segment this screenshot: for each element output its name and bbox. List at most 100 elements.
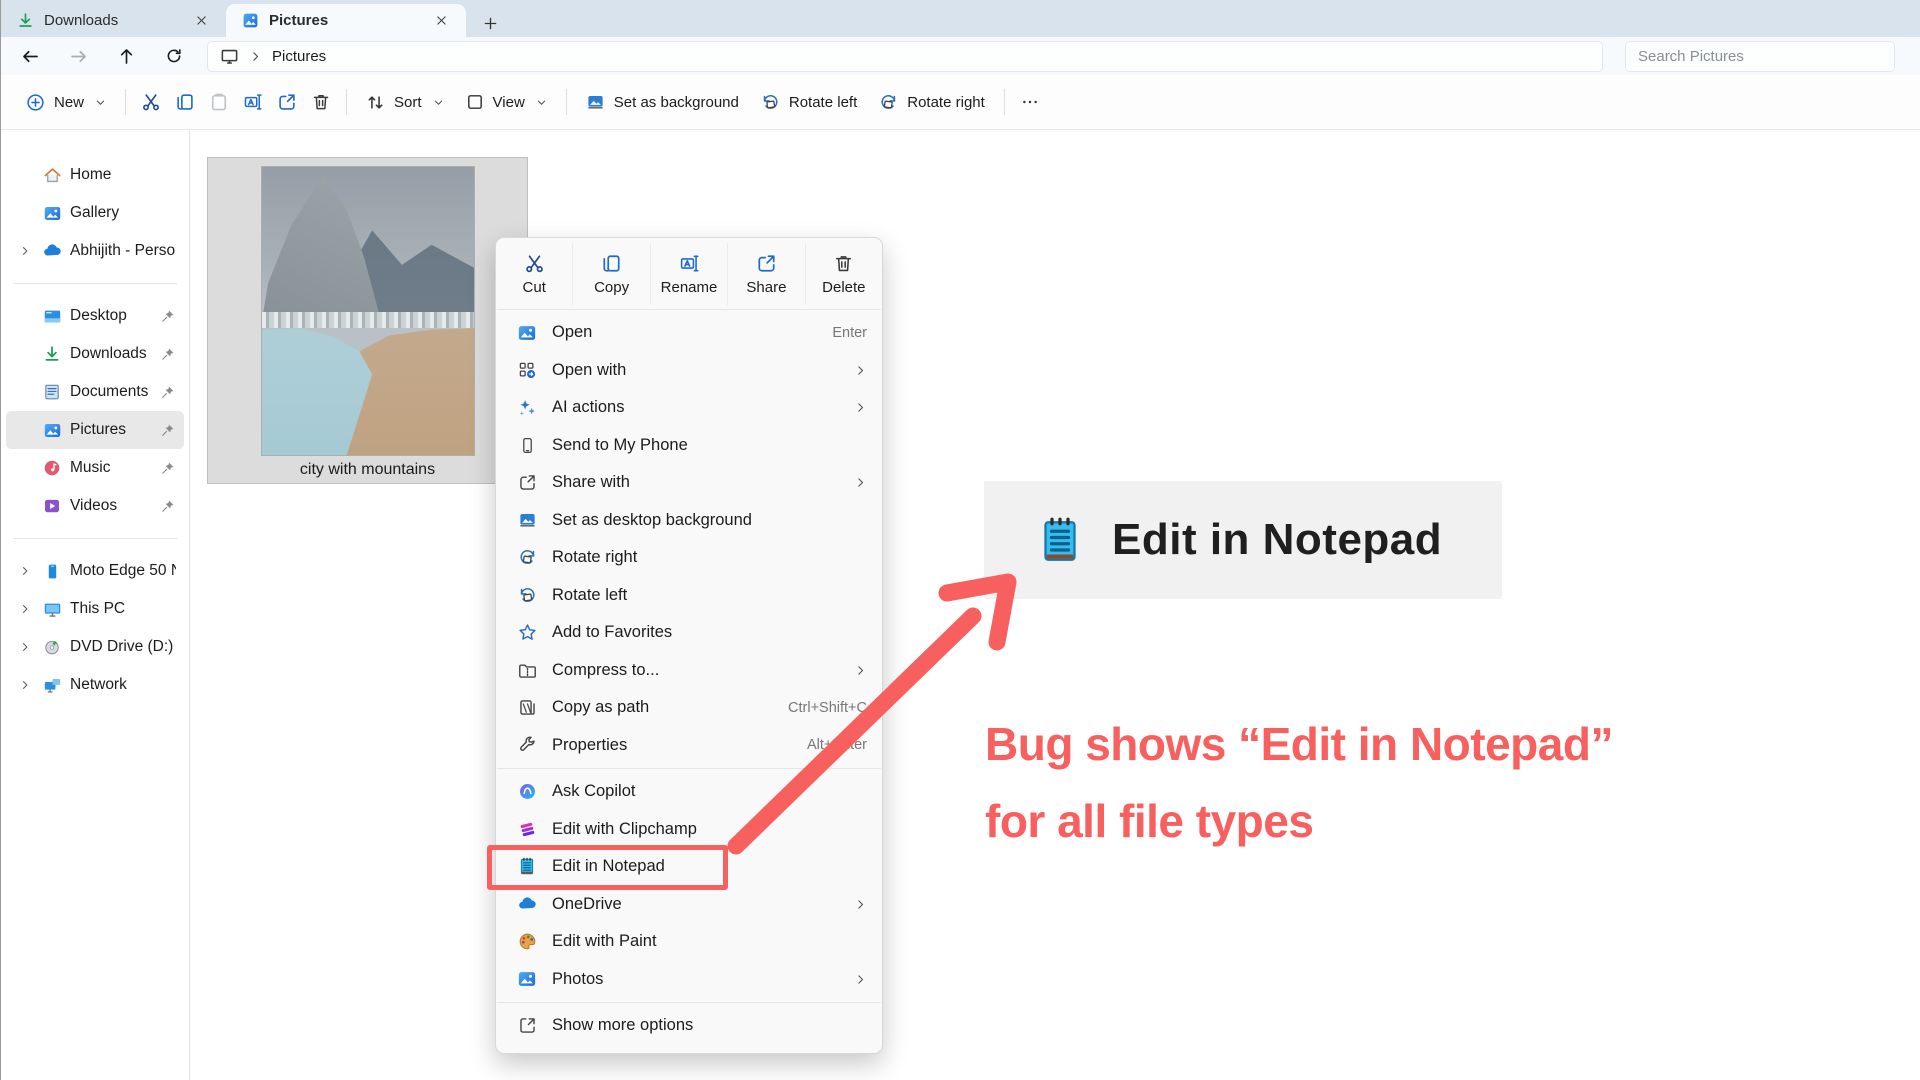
sidebar-item-dvd-drive[interactable]: DVD Drive (D:) CCC bbox=[6, 628, 184, 666]
menu-item-send-to-my-phone[interactable]: Send to My Phone bbox=[496, 427, 882, 465]
submenu-chevron-icon bbox=[854, 898, 867, 911]
chevron-expand-icon[interactable] bbox=[16, 245, 34, 257]
pin-icon bbox=[160, 347, 176, 361]
up-button[interactable] bbox=[107, 40, 145, 72]
chevron-right-icon[interactable] bbox=[249, 50, 262, 63]
sidebar: Home Gallery Abhijith - Personal Desktop bbox=[1, 130, 190, 1080]
tab-downloads[interactable]: Downloads bbox=[1, 4, 226, 37]
menu-item-edit-with-paint[interactable]: Edit with Paint bbox=[496, 923, 882, 961]
paint-icon bbox=[517, 932, 537, 952]
search-input[interactable] bbox=[1638, 47, 1882, 65]
pin-icon bbox=[160, 461, 176, 475]
paste-button[interactable] bbox=[202, 85, 236, 119]
divider bbox=[1003, 89, 1005, 115]
sidebar-item-gallery[interactable]: Gallery bbox=[6, 194, 184, 232]
tab-label: Downloads bbox=[44, 12, 119, 29]
onedrive-icon bbox=[42, 241, 62, 261]
set-as-background-button[interactable]: Set as background bbox=[575, 86, 750, 119]
rotate-right-icon bbox=[517, 548, 537, 568]
menu-item-photos[interactable]: Photos bbox=[496, 961, 882, 999]
delete-menu-button[interactable]: Delete bbox=[804, 243, 882, 305]
sort-button[interactable]: Sort bbox=[355, 86, 455, 119]
more-options-button[interactable] bbox=[1013, 85, 1047, 119]
videos-icon bbox=[42, 496, 62, 516]
divider bbox=[346, 89, 348, 115]
menu-item-open[interactable]: Open Enter bbox=[496, 314, 882, 352]
background-icon bbox=[517, 510, 537, 530]
close-icon[interactable] bbox=[428, 8, 454, 34]
rename-button[interactable] bbox=[236, 85, 270, 119]
pin-icon bbox=[160, 385, 176, 399]
address-bar[interactable]: Pictures bbox=[207, 40, 1603, 72]
sidebar-item-documents[interactable]: Documents bbox=[6, 373, 184, 411]
divider bbox=[125, 89, 127, 115]
download-icon bbox=[17, 12, 34, 29]
copy-menu-button[interactable]: Copy bbox=[572, 243, 649, 305]
copy-button[interactable] bbox=[168, 85, 202, 119]
rename-menu-button[interactable]: Rename bbox=[649, 243, 727, 305]
cut-menu-button[interactable]: Cut bbox=[496, 243, 572, 305]
rotate-right-button[interactable]: Rotate right bbox=[868, 86, 996, 119]
menu-item-show-more-options[interactable]: Show more options bbox=[496, 1007, 882, 1045]
menu-item-ai-actions[interactable]: AI actions bbox=[496, 389, 882, 427]
menu-item-open-with[interactable]: Open with bbox=[496, 352, 882, 390]
annotation-note: Bug shows “Edit in Notepad” for all file… bbox=[985, 706, 1613, 860]
submenu-chevron-icon bbox=[854, 364, 867, 377]
menu-item-onedrive[interactable]: OneDrive bbox=[496, 886, 882, 924]
phone-outline-icon bbox=[517, 435, 537, 455]
divider bbox=[13, 538, 177, 539]
picture-icon bbox=[242, 12, 259, 29]
tab-pictures[interactable]: Pictures bbox=[226, 4, 466, 37]
sidebar-item-network[interactable]: Network bbox=[6, 666, 184, 704]
quick-actions-row: Cut Copy Rename Share Delete bbox=[496, 243, 882, 305]
sidebar-item-moto-edge[interactable]: Moto Edge 50 Neo bbox=[6, 552, 184, 590]
documents-icon bbox=[42, 382, 62, 402]
new-button[interactable]: New bbox=[15, 86, 117, 119]
close-icon[interactable] bbox=[188, 8, 214, 34]
refresh-button[interactable] bbox=[155, 40, 193, 72]
view-button[interactable]: View bbox=[455, 86, 558, 118]
wrench-icon bbox=[517, 735, 537, 755]
chevron-expand-icon[interactable] bbox=[16, 603, 34, 615]
new-tab-button[interactable] bbox=[474, 9, 506, 37]
sidebar-item-music[interactable]: Music bbox=[6, 449, 184, 487]
chevron-expand-icon[interactable] bbox=[16, 641, 34, 653]
chevron-expand-icon[interactable] bbox=[16, 679, 34, 691]
file-tile-city-with-mountains[interactable]: city with mountains bbox=[207, 157, 528, 484]
pin-icon bbox=[160, 423, 176, 437]
open-icon bbox=[517, 323, 537, 343]
delete-button[interactable] bbox=[304, 85, 338, 119]
copy-as-path-icon bbox=[517, 698, 537, 718]
menu-item-set-as-desktop-background[interactable]: Set as desktop background bbox=[496, 502, 882, 540]
annotation-note-line1: Bug shows “Edit in Notepad” bbox=[985, 718, 1613, 770]
share-button[interactable] bbox=[270, 85, 304, 119]
chevron-expand-icon[interactable] bbox=[16, 565, 34, 577]
music-icon bbox=[42, 458, 62, 478]
pictures-icon bbox=[42, 420, 62, 440]
photos-icon bbox=[517, 969, 537, 989]
sidebar-item-desktop[interactable]: Desktop bbox=[6, 297, 184, 335]
annotation-highlight-box bbox=[487, 845, 728, 890]
tab-label: Pictures bbox=[269, 12, 329, 29]
star-icon bbox=[517, 623, 537, 643]
sidebar-item-home[interactable]: Home bbox=[6, 156, 184, 194]
sidebar-item-this-pc[interactable]: This PC bbox=[6, 590, 184, 628]
breadcrumb[interactable]: Pictures bbox=[272, 48, 326, 65]
search-box bbox=[1625, 40, 1895, 72]
sidebar-item-onedrive-personal[interactable]: Abhijith - Personal bbox=[6, 232, 184, 270]
menu-item-share-with[interactable]: Share with bbox=[496, 464, 882, 502]
sidebar-item-downloads[interactable]: Downloads bbox=[6, 335, 184, 373]
back-button[interactable] bbox=[11, 40, 49, 72]
folder-content: city with mountains bbox=[190, 130, 1920, 1080]
cut-button[interactable] bbox=[134, 85, 168, 119]
gallery-icon bbox=[42, 203, 62, 223]
submenu-chevron-icon bbox=[854, 476, 867, 489]
divider bbox=[13, 283, 177, 284]
ai-sparkles-icon bbox=[517, 398, 537, 418]
rotate-left-button[interactable]: Rotate left bbox=[750, 86, 868, 119]
share-menu-button[interactable]: Share bbox=[727, 243, 804, 305]
file-name: city with mountains bbox=[299, 461, 436, 478]
sidebar-item-videos[interactable]: Videos bbox=[6, 487, 184, 525]
forward-button[interactable] bbox=[59, 40, 97, 72]
sidebar-item-pictures[interactable]: Pictures bbox=[6, 411, 184, 449]
